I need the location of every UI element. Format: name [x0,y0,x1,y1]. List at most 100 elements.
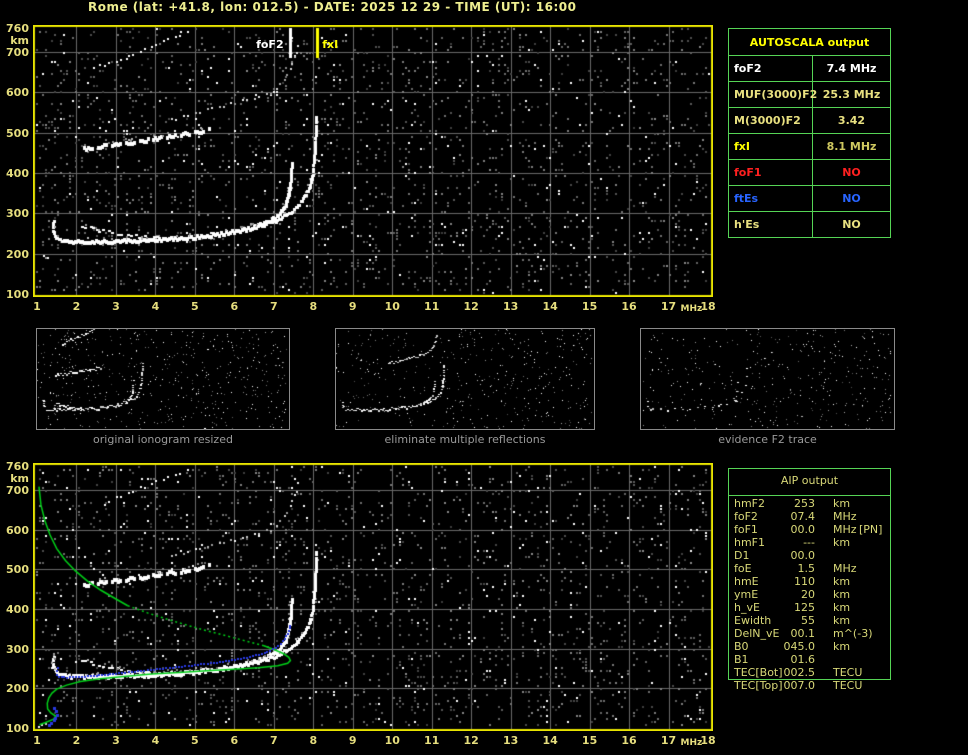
table-row: foF2 7.4 MHz [729,56,890,82]
aip-row: hmE 110 km [729,575,890,588]
aip-row: DelN_vE 00.1 m^(-3) [729,627,890,640]
parameter-unit: km [833,497,851,510]
x-tick-label: 14 [542,734,558,747]
x-tick-label: 15 [581,734,598,747]
parameter-unit: TECU [833,666,863,679]
parameter-value: 125 [794,601,815,614]
x-tick-label: 1 [33,300,41,313]
parameter-unit: MHz [833,562,857,575]
x-tick-label: 7 [269,300,278,313]
parameter-unit: km [833,575,851,588]
parameter-unit: m^(-3) [833,627,873,640]
thumbnail-label: evidence F2 trace [718,433,817,446]
aip-row: foF1 00.0 MHz [PN] [729,523,890,536]
thumbnail-label: original ionogram resized [93,433,233,446]
x-tick-label: 4 [151,300,160,313]
parameter-label: MUF(3000)F2 [729,82,817,107]
top-ionogram-canvas [33,25,713,297]
x-tick-label: 4 [151,734,160,747]
thumbnail-eliminate-reflections [335,328,595,430]
parameter-value: 253 [794,497,815,510]
parameter-value: NO [842,192,861,205]
parameter-unit: TECU [833,679,863,692]
x-tick-label: 10 [384,734,400,747]
aip-row: hmF2 253 km [729,497,890,510]
aip-output-panel: AIP output hmF2 253 km foF2 07.4 MHz foF1 00.0 M… [728,468,891,692]
parameter-value: 00.0 [790,549,816,562]
aip-row: Ewidth 55 km [729,614,890,627]
parameter-value: 00.0 [790,523,816,536]
x-tick-label: 12 [463,734,479,747]
aip-row: TEC[Top] 007.0 TECU [729,679,890,692]
parameter-label: M(3000)F2 [729,108,813,133]
x-tick-label: 16 [621,300,637,313]
x-tick-label: 6 [230,300,239,313]
parameter-unit: km [833,588,851,601]
table-row: fxI 8.1 MHz [729,134,890,160]
y-tick-label: 400 [6,167,29,181]
x-tick-label: 13 [502,734,519,747]
thumbnail-original-ionogram [36,328,290,430]
critical-frequency-marker-label: foF2 [256,38,284,51]
y-tick-label: 200 [6,682,29,696]
parameter-value: 110 [794,575,815,588]
x-tick-label: 15 [581,300,598,313]
aip-row: B1 01.6 [729,653,890,666]
parameter-value: 3.42 [837,114,866,127]
x-tick-label: 9 [348,300,357,313]
thumbnail-label: eliminate multiple reflections [384,433,546,446]
y-tick-label: 100 [6,722,29,735]
table-row: ftEs NO [729,186,890,212]
autoscala-screen: Rome (lat: +41.8, lon: 012.5) - DATE: 20… [0,0,968,755]
parameter-value: 25.3 MHz [822,88,881,101]
parameter-value: 00.1 [790,627,816,640]
parameter-value: 8.1 MHz [826,140,877,153]
x-tick-label: 8 [309,300,318,313]
x-tick-label: 17 [660,734,677,747]
x-tick-label: 8 [309,734,318,747]
aip-panel-header: AIP output [780,474,839,487]
parameter-label: fxI [729,134,813,159]
x-tick-label: 5 [191,300,199,313]
y-tick-label: 200 [6,247,29,261]
aip-row: hmF1 --- km [729,536,890,549]
aip-row: foF2 07.4 MHz [729,510,890,523]
parameter-label: ftEs [729,186,813,211]
x-tick-label: 2 [72,300,81,313]
x-tick-label: 1 [33,734,41,747]
parameter-value: 7.4 MHz [826,62,877,75]
x-tick-label: 3 [112,734,120,747]
parameter-label: foE [734,562,752,575]
thumbnail-evidence-f2 [640,328,895,430]
y-tick-label: 760 [6,460,29,473]
parameter-value: 55 [801,614,815,627]
parameter-value: 002.5 [783,666,816,679]
table-row: h'Es NO [729,212,890,237]
x-tick-label: 14 [542,300,558,313]
autoscala-output-table: AUTOSCALA output foF2 7.4 MHz MUF(3000)F2 2… [728,28,891,238]
critical-frequency-marker-label: fxI [322,38,339,51]
x-tick-label: 5 [191,734,199,747]
aip-row: D1 00.0 [729,549,890,562]
x-tick-label: 11 [424,734,440,747]
parameter-value: NO [842,166,861,179]
x-tick-label: 7 [269,734,278,747]
parameter-value: 01.6 [790,653,816,666]
parameter-value: NO [842,218,861,231]
aip-row: foE 1.5 MHz [729,562,890,575]
parameter-value: --- [803,536,815,549]
x-tick-label: 10 [384,300,400,313]
y-tick-label: 500 [6,126,29,140]
parameter-unit: km [833,536,851,549]
x-tick-label: 17 [660,300,677,313]
x-axis-unit: MHz [680,304,703,314]
parameter-label: h'Es [729,212,813,237]
y-tick-label: 500 [6,563,29,577]
x-tick-label: 2 [72,734,81,747]
x-tick-label: 3 [112,300,120,313]
aip-row: TEC[Bot] 002.5 TECU [729,666,890,679]
parameter-note: [PN] [859,523,883,536]
y-tick-label: 700 [6,483,29,497]
parameter-unit: km [833,640,851,653]
table-row: M(3000)F2 3.42 [729,108,890,134]
